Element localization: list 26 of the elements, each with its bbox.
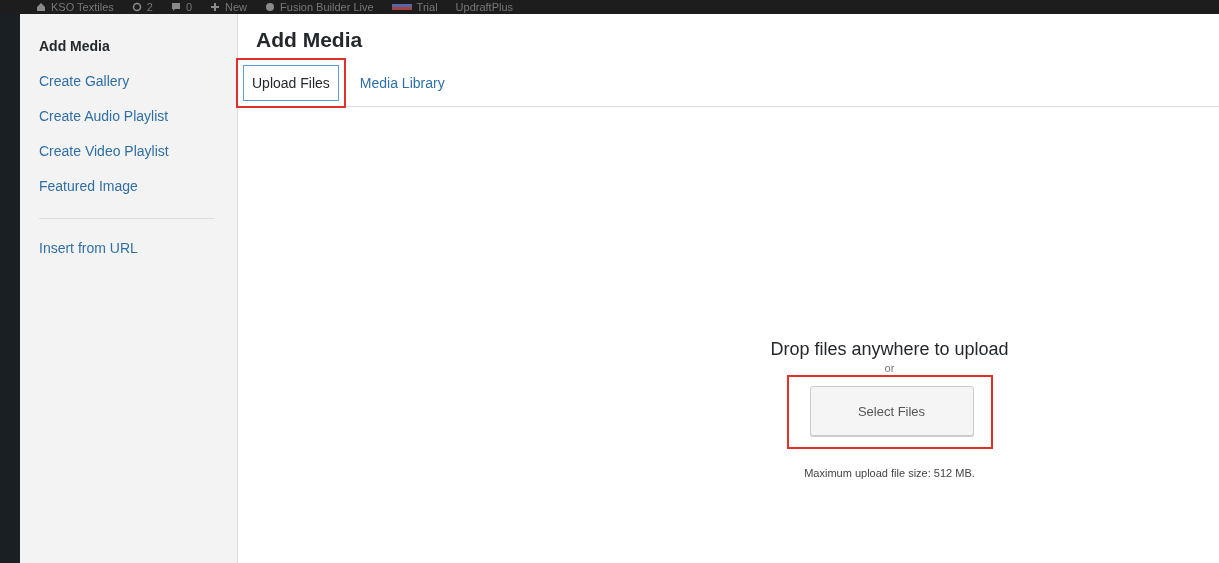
sidebar-link[interactable]: Create Audio Playlist bbox=[39, 108, 169, 124]
house-icon bbox=[36, 2, 46, 12]
admin-bar-item[interactable]: KSO Textiles bbox=[36, 1, 114, 13]
max-size-note: Maximum upload file size: 512 MB. bbox=[804, 467, 975, 479]
page-title: Add Media bbox=[256, 28, 364, 52]
admin-bar-item[interactable]: 2 bbox=[131, 1, 153, 13]
circle-icon bbox=[265, 2, 276, 12]
select-files-button[interactable]: Select Files bbox=[809, 386, 974, 436]
sidebar-link[interactable]: Create Video Playlist bbox=[39, 143, 169, 159]
sidebar-link[interactable]: Add Media bbox=[39, 38, 110, 54]
separator-text: or bbox=[884, 362, 895, 374]
sidebar-link[interactable]: Create Gallery bbox=[39, 73, 130, 89]
plus-icon bbox=[210, 2, 221, 12]
admin-bar-item[interactable]: 0 bbox=[170, 1, 193, 13]
speech-bubble-icon bbox=[170, 2, 181, 12]
admin-bar-item[interactable]: New bbox=[210, 1, 248, 13]
flag-icon bbox=[391, 2, 412, 12]
admin-bar-item[interactable]: Trial bbox=[391, 1, 438, 13]
sidebar-link[interactable]: Featured Image bbox=[39, 178, 138, 194]
refresh-icon bbox=[131, 2, 142, 12]
upload-instructions: Drop files anywhere to upload bbox=[770, 339, 1009, 360]
sidebar-link[interactable]: Insert from URL bbox=[39, 240, 138, 256]
tab[interactable]: Media Library bbox=[350, 64, 454, 101]
admin-bar-item[interactable]: Fusion Builder Live bbox=[265, 1, 374, 13]
admin-bar-item[interactable]: UpdraftPlus bbox=[455, 1, 514, 13]
tab[interactable]: Upload Files bbox=[243, 64, 339, 101]
